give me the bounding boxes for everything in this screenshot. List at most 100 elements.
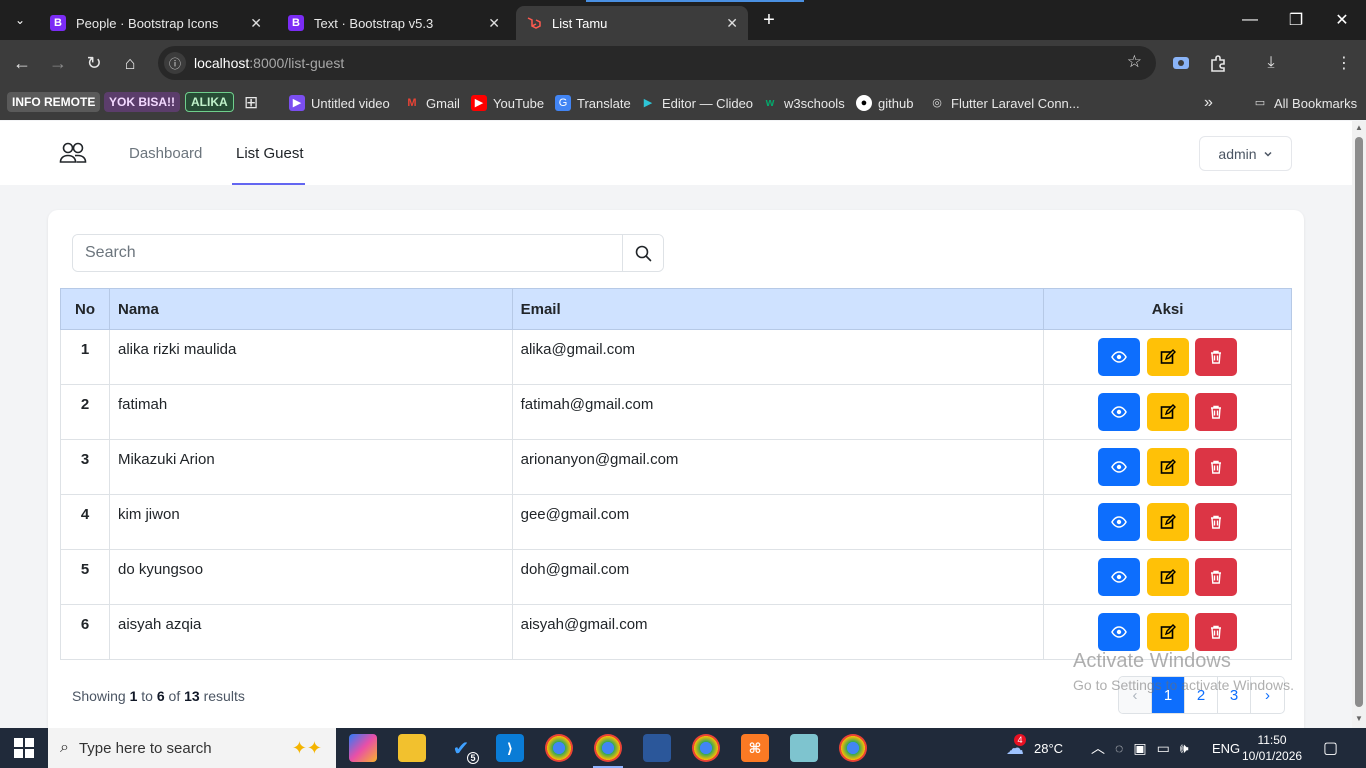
battery-icon[interactable]: ▭	[1157, 740, 1170, 757]
xampp-icon[interactable]: ⌘	[741, 734, 769, 762]
taskbar-search[interactable]: ⌕ Type here to search ✦✦	[48, 728, 336, 768]
screen-capture-icon[interactable]	[1168, 50, 1194, 76]
pagination-summary: Showing 1 to 6 of 13 results	[72, 688, 245, 704]
cell-aksi	[1043, 329, 1292, 385]
search-button[interactable]	[622, 235, 663, 271]
bookmark-alika[interactable]: ALIKA	[185, 92, 234, 112]
bookmark-yok-bisa[interactable]: YOK BISA!!	[104, 92, 180, 112]
view-button[interactable]	[1098, 338, 1141, 376]
tab-close-icon[interactable]: ✕	[250, 15, 262, 32]
tab-bootstrap-icons[interactable]: B People · Bootstrap Icons ✕	[40, 6, 272, 40]
edit-button[interactable]	[1146, 503, 1189, 541]
bookmark-star-icon[interactable]: ☆	[1127, 52, 1142, 72]
cell-aksi	[1043, 439, 1292, 495]
bookmark-untitled-video[interactable]: ▶ Untitled video	[289, 92, 390, 114]
scroll-thumb[interactable]	[1355, 137, 1363, 707]
table-row: 5 do kyungsoo doh@gmail.com	[60, 549, 1292, 605]
tab-loading-bar	[586, 0, 804, 2]
camera-app-icon[interactable]	[643, 734, 671, 762]
user-name: admin	[1218, 145, 1257, 162]
cell-aksi	[1043, 549, 1292, 605]
view-button[interactable]	[1098, 503, 1141, 541]
edit-button[interactable]	[1146, 613, 1189, 651]
bookmark-github[interactable]: ● github	[856, 92, 913, 114]
page-scrollbar[interactable]: ▲ ▼	[1352, 121, 1366, 728]
all-bookmarks[interactable]: ▭ All Bookmarks	[1252, 92, 1357, 114]
network-icon[interactable]: ◌	[1115, 740, 1123, 756]
delete-button[interactable]	[1194, 613, 1237, 651]
taskbar-clock[interactable]: 11:50 10/01/2026	[1242, 732, 1302, 764]
weather-widget[interactable]: ☁ 4 28°C	[1006, 728, 1063, 768]
edit-button[interactable]	[1146, 558, 1189, 596]
notification-icon[interactable]: ▢	[1323, 728, 1338, 768]
tab-bootstrap-text[interactable]: B Text · Bootstrap v5.3 ✕	[278, 6, 510, 40]
delete-button[interactable]	[1194, 558, 1237, 596]
view-button[interactable]	[1098, 448, 1141, 486]
device-icon[interactable]: ▣	[1133, 740, 1146, 757]
bookmark-gmail[interactable]: M Gmail	[404, 92, 460, 114]
close-window-icon[interactable]: ✕	[1319, 6, 1365, 34]
download-icon[interactable]: ⤓	[1258, 50, 1284, 76]
nav-list-guest[interactable]: List Guest	[232, 121, 308, 185]
volume-icon[interactable]: 🕪	[1180, 740, 1189, 757]
delete-button[interactable]	[1194, 448, 1237, 486]
edit-button[interactable]	[1146, 393, 1189, 431]
bookmark-info-remote[interactable]: INFO REMOTE	[7, 92, 101, 112]
vscode-icon[interactable]: ⟩	[496, 734, 524, 762]
view-button[interactable]	[1098, 393, 1141, 431]
user-dropdown-button[interactable]: admin	[1199, 136, 1292, 171]
delete-button[interactable]	[1194, 503, 1237, 541]
bookmark-w3schools[interactable]: w w3schools	[762, 92, 845, 114]
tab-close-icon[interactable]: ✕	[488, 15, 500, 32]
minimize-icon[interactable]: —	[1227, 6, 1273, 34]
file-explorer-icon[interactable]	[398, 734, 426, 762]
chrome-app-icon[interactable]	[839, 734, 867, 762]
windows-start-icon[interactable]	[14, 738, 34, 758]
more-menu-icon[interactable]: ⋮	[1331, 50, 1357, 76]
tab-list-tamu[interactable]: List Tamu ✕	[516, 6, 748, 40]
extensions-puzzle-icon[interactable]	[1205, 50, 1231, 76]
tray-chevron-icon[interactable]: ︿	[1091, 738, 1105, 758]
cell-email: arionanyon@gmail.com	[511, 439, 1045, 495]
language-indicator[interactable]: ENG	[1212, 728, 1240, 768]
address-bar[interactable]: ⓘ localhost:8000/list-guest ☆	[158, 46, 1156, 80]
reload-icon[interactable]: ↻	[81, 50, 107, 76]
nav-dashboard[interactable]: Dashboard	[125, 121, 206, 185]
edit-button[interactable]	[1146, 448, 1189, 486]
bookmark-clideo[interactable]: ▶ Editor — Clideo	[640, 92, 753, 114]
scroll-down-icon[interactable]: ▼	[1355, 715, 1363, 723]
tab-search-chevron-icon[interactable]: ⌄	[8, 8, 32, 32]
notepad-icon[interactable]	[790, 734, 818, 762]
back-arrow-icon[interactable]: ←	[9, 50, 35, 76]
chrome-active-icon[interactable]	[594, 734, 622, 762]
delete-button[interactable]	[1194, 338, 1237, 376]
cell-no: 3	[60, 439, 110, 495]
tab-close-icon[interactable]: ✕	[726, 15, 738, 32]
copilot-icon[interactable]	[349, 734, 377, 762]
cell-nama: aisyah azqia	[108, 604, 513, 660]
view-button[interactable]	[1098, 613, 1141, 651]
search-input[interactable]	[73, 235, 622, 271]
bookmark-youtube[interactable]: ▶ YouTube	[471, 92, 544, 114]
home-icon[interactable]: ⌂	[117, 50, 143, 76]
bookmark-flutter-laravel[interactable]: ◎ Flutter Laravel Conn...	[929, 92, 1079, 114]
more-bookmarks-chevron-icon[interactable]: »	[1204, 92, 1213, 114]
chrome-icon[interactable]	[545, 734, 573, 762]
apps-grid-icon[interactable]: ⊞	[244, 92, 258, 114]
restore-icon[interactable]: ❐	[1273, 6, 1319, 34]
bookmark-translate[interactable]: G Translate	[555, 92, 631, 114]
url-text: localhost:8000/list-guest	[194, 55, 345, 71]
edit-button[interactable]	[1146, 338, 1189, 376]
scroll-up-icon[interactable]: ▲	[1355, 124, 1363, 132]
people-logo-icon[interactable]	[59, 141, 87, 165]
active-nav-indicator	[232, 183, 305, 185]
forward-arrow-icon[interactable]: →	[45, 50, 71, 76]
site-info-icon[interactable]: ⓘ	[164, 52, 186, 74]
cell-email: alika@gmail.com	[511, 329, 1045, 385]
table-row: 2 fatimah fatimah@gmail.com	[60, 384, 1292, 440]
delete-button[interactable]	[1194, 393, 1237, 431]
todo-check-icon[interactable]: ✔ 5	[447, 734, 479, 764]
new-tab-plus-icon[interactable]: +	[757, 8, 781, 32]
view-button[interactable]	[1098, 558, 1141, 596]
chrome-profile-icon[interactable]	[692, 734, 720, 762]
